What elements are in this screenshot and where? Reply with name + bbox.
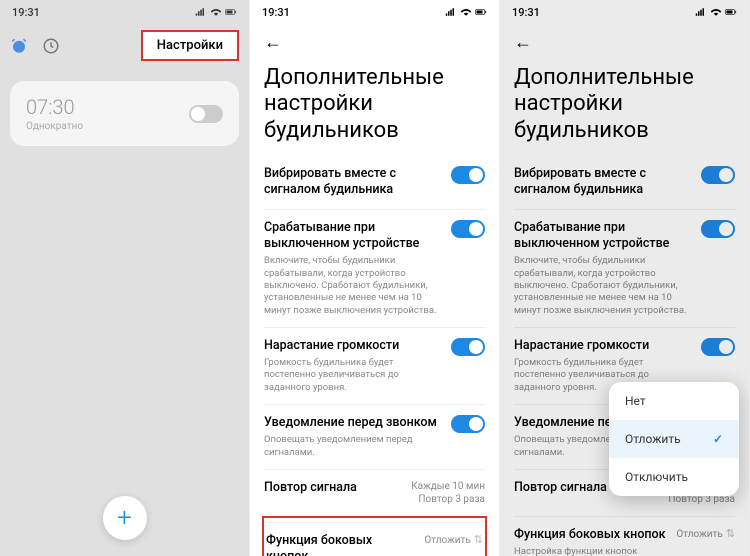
- status-icons: [445, 7, 487, 17]
- setting-vibrate[interactable]: Вибрировать вместе с сигналом будильника: [514, 156, 735, 209]
- setting-vibrate[interactable]: Вибрировать вместе с сигналом будильника: [264, 156, 485, 209]
- setting-offdevice[interactable]: Срабатывание при выключенном устройстве …: [514, 209, 735, 327]
- setting-title: Вибрировать вместе с сигналом будильника: [514, 166, 691, 199]
- fadein-toggle[interactable]: [451, 338, 485, 356]
- setting-offdevice[interactable]: Срабатывание при выключенном устройстве …: [264, 209, 485, 327]
- vibrate-toggle[interactable]: [701, 166, 735, 184]
- back-button[interactable]: ←: [250, 24, 499, 61]
- check-icon: ✓: [713, 432, 723, 446]
- setting-value: Отложить⇅: [676, 527, 735, 541]
- setting-sidebuttons[interactable]: Функция боковых кнопок Настройка функции…: [266, 522, 483, 556]
- updown-icon: ⇅: [726, 527, 735, 540]
- fadein-toggle[interactable]: [701, 338, 735, 356]
- status-icons: [195, 7, 237, 17]
- setting-sidebuttons[interactable]: Функция боковых кнопок Настройка функции…: [514, 516, 735, 556]
- sidebutton-popup: Нет Отложить✓ Отключить: [609, 382, 739, 496]
- popup-option-snooze[interactable]: Отложить✓: [609, 420, 739, 458]
- screen-alarm-list: 19:31 Настройки 07:30 Однократно +: [0, 0, 250, 556]
- settings-list: Вибрировать вместе с сигналом будильника…: [250, 156, 499, 556]
- setting-desc: Включите, чтобы будильники срабатывали, …: [514, 255, 691, 317]
- alarm-card[interactable]: 07:30 Однократно: [10, 81, 239, 146]
- offdevice-toggle[interactable]: [701, 220, 735, 238]
- setting-title: Функция боковых кнопок: [514, 527, 666, 543]
- status-time: 19:31: [12, 6, 40, 19]
- setting-title: Повтор сигнала: [264, 480, 401, 496]
- setting-desc: Настройка функции кнопок Питание и Громк…: [514, 546, 666, 556]
- vibrate-toggle[interactable]: [451, 166, 485, 184]
- updown-icon: ⇅: [474, 533, 483, 546]
- screen-settings-popup: 19:31 ← Дополнительные настройки будильн…: [500, 0, 750, 556]
- status-icons: [695, 7, 737, 17]
- status-bar: 19:31: [500, 0, 749, 24]
- alarm-time: 07:30: [26, 95, 83, 119]
- popup-option-none[interactable]: Нет: [609, 382, 739, 420]
- popup-option-dismiss[interactable]: Отключить: [609, 458, 739, 496]
- offdevice-toggle[interactable]: [451, 220, 485, 238]
- setting-value: Отложить⇅: [424, 533, 483, 547]
- notify-toggle[interactable]: [451, 415, 485, 433]
- page-title: Дополнительные настройки будильников: [500, 61, 749, 156]
- setting-title: Срабатывание при выключенном устройстве: [264, 220, 441, 253]
- settings-list: Вибрировать вместе с сигналом будильника…: [500, 156, 749, 556]
- setting-title: Нарастание громкости: [264, 338, 441, 354]
- status-time: 19:31: [262, 6, 290, 19]
- setting-repeat[interactable]: Повтор сигнала Каждые 10 мин Повтор 3 ра…: [264, 469, 485, 516]
- setting-notify[interactable]: Уведомление перед звонком Оповещать увед…: [264, 404, 485, 469]
- setting-fadein[interactable]: Нарастание громкости Громкость будильник…: [264, 327, 485, 404]
- setting-desc: Включите, чтобы будильники срабатывали, …: [264, 255, 441, 317]
- back-button[interactable]: ←: [500, 24, 749, 61]
- setting-title: Уведомление перед звонком: [264, 415, 441, 431]
- status-bar: 19:31: [250, 0, 499, 24]
- setting-desc: Оповещать уведомлением перед сигналами.: [264, 434, 441, 459]
- setting-title: Срабатывание при выключенном устройстве: [514, 220, 691, 253]
- page-title: Дополнительные настройки будильников: [250, 61, 499, 156]
- tab-row: Настройки: [0, 24, 249, 67]
- status-time: 19:31: [512, 6, 540, 19]
- alarm-info: 07:30 Однократно: [26, 95, 83, 132]
- setting-title: Нарастание громкости: [514, 338, 691, 354]
- screen-settings: 19:31 ← Дополнительные настройки будильн…: [250, 0, 500, 556]
- setting-desc: Громкость будильника будет постепенно ув…: [264, 357, 441, 394]
- alarm-repeat: Однократно: [26, 121, 83, 132]
- status-bar: 19:31: [0, 0, 249, 24]
- setting-value: Каждые 10 мин Повтор 3 раза: [411, 480, 485, 506]
- highlight-sidebuttons: Функция боковых кнопок Настройка функции…: [262, 516, 487, 556]
- setting-title: Функция боковых кнопок: [266, 533, 414, 556]
- alarm-tab-icon[interactable]: [10, 37, 28, 55]
- clock-tab-icon[interactable]: [42, 37, 60, 55]
- settings-tab-highlighted[interactable]: Настройки: [141, 30, 239, 61]
- alarm-toggle[interactable]: [189, 105, 223, 123]
- add-alarm-button[interactable]: +: [103, 496, 147, 540]
- setting-title: Вибрировать вместе с сигналом будильника: [264, 166, 441, 199]
